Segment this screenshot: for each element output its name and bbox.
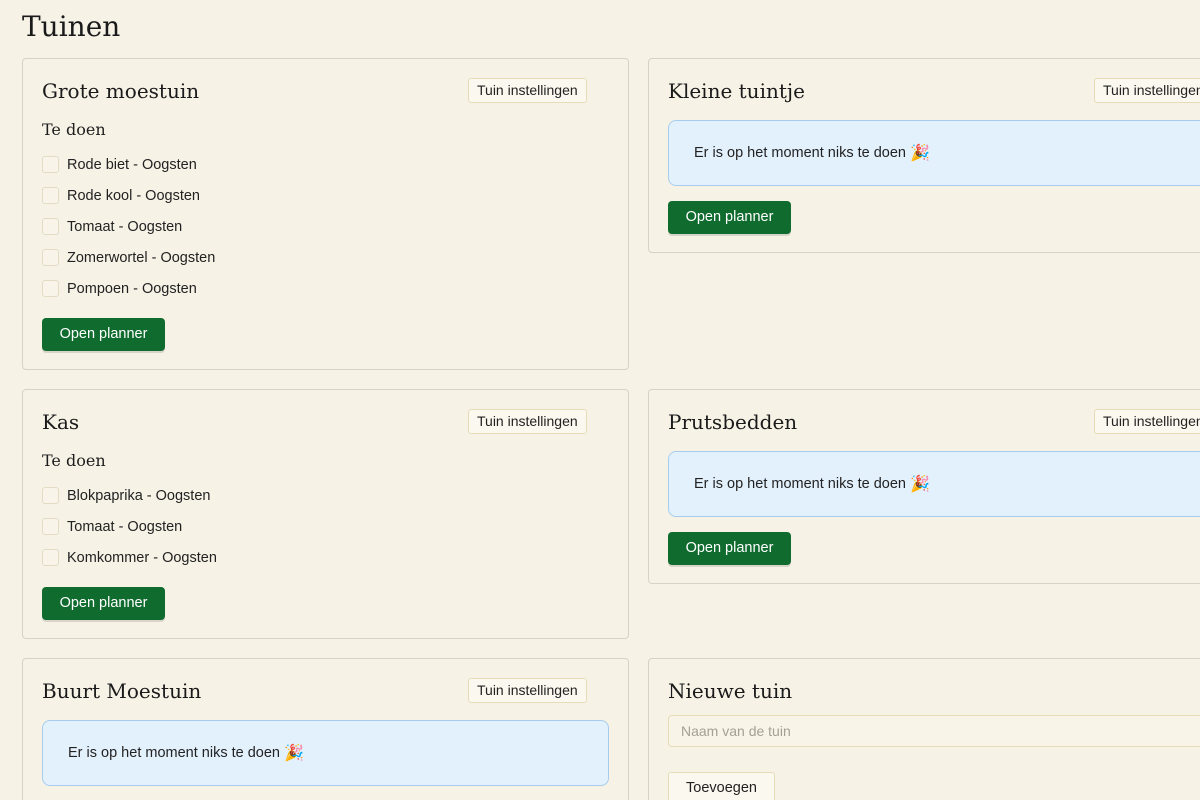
empty-todo-text: Er is op het moment niks te doen (694, 476, 906, 492)
todo-label: Blokpaprika - Oogsten (67, 487, 211, 504)
garden-card-kleine-tuintje: Kleine tuintje Tuin instellingen Er is o… (648, 58, 1200, 253)
garden-card-kas: Kas Tuin instellingen Te doen Blokpaprik… (22, 389, 629, 639)
add-garden-button[interactable]: Toevoegen (668, 772, 775, 800)
party-popper-icon: 🎉 (283, 745, 304, 762)
empty-todo-notice: Er is op het moment niks te doen 🎉 (668, 120, 1200, 186)
garden-title: Grote moestuin (42, 79, 200, 103)
todo-item: Rode biet - Oogsten (42, 149, 215, 180)
garden-card-buurt-moestuin: Buurt Moestuin Tuin instellingen Er is o… (22, 658, 629, 800)
todo-label: Tomaat - Oogsten (67, 518, 183, 535)
garden-name-input[interactable] (668, 715, 1200, 747)
todo-heading: Te doen (42, 451, 106, 470)
open-planner-button[interactable]: Open planner (42, 587, 165, 620)
todo-checkbox[interactable] (42, 549, 59, 566)
garden-settings-button[interactable]: Tuin instellingen (468, 409, 587, 434)
todo-label: Komkommer - Oogsten (67, 549, 217, 566)
todo-checkbox[interactable] (42, 487, 59, 504)
todo-checkbox[interactable] (42, 187, 59, 204)
todo-item: Pompoen - Oogsten (42, 273, 215, 304)
todo-item: Rode kool - Oogsten (42, 180, 215, 211)
todo-label: Zomerwortel - Oogsten (67, 249, 216, 266)
garden-settings-button[interactable]: Tuin instellingen (468, 678, 587, 703)
todo-item: Zomerwortel - Oogsten (42, 242, 215, 273)
todo-heading: Te doen (42, 120, 106, 139)
todo-item: Blokpaprika - Oogsten (42, 480, 217, 511)
todo-checkbox[interactable] (42, 249, 59, 266)
todo-checkbox[interactable] (42, 518, 59, 535)
empty-todo-text: Er is op het moment niks te doen (68, 745, 280, 761)
todo-item: Tomaat - Oogsten (42, 211, 215, 242)
party-popper-icon: 🎉 (909, 476, 930, 493)
todo-label: Tomaat - Oogsten (67, 218, 183, 235)
garden-settings-button[interactable]: Tuin instellingen (1094, 409, 1200, 434)
todo-list: Blokpaprika - Oogsten Tomaat - Oogsten K… (42, 480, 217, 573)
todo-checkbox[interactable] (42, 218, 59, 235)
todo-label: Pompoen - Oogsten (67, 280, 197, 297)
new-garden-card: Nieuwe tuin Toevoegen (648, 658, 1200, 800)
todo-label: Rode biet - Oogsten (67, 156, 197, 173)
empty-todo-notice: Er is op het moment niks te doen 🎉 (42, 720, 609, 786)
todo-label: Rode kool - Oogsten (67, 187, 200, 204)
open-planner-button[interactable]: Open planner (42, 318, 165, 351)
todo-item: Tomaat - Oogsten (42, 511, 217, 542)
party-popper-icon: 🎉 (909, 145, 930, 162)
todo-list: Rode biet - Oogsten Rode kool - Oogsten … (42, 149, 215, 304)
garden-card-prutsbedden: Prutsbedden Tuin instellingen Er is op h… (648, 389, 1200, 584)
todo-checkbox[interactable] (42, 280, 59, 297)
open-planner-button[interactable]: Open planner (668, 532, 791, 565)
todo-item: Komkommer - Oogsten (42, 542, 217, 573)
open-planner-button[interactable]: Open planner (668, 201, 791, 234)
empty-todo-text: Er is op het moment niks te doen (694, 145, 906, 161)
todo-checkbox[interactable] (42, 156, 59, 173)
new-garden-title: Nieuwe tuin (668, 679, 793, 703)
garden-settings-button[interactable]: Tuin instellingen (1094, 78, 1200, 103)
garden-title: Kleine tuintje (668, 79, 805, 103)
garden-title: Kas (42, 410, 80, 434)
garden-settings-button[interactable]: Tuin instellingen (468, 78, 587, 103)
garden-title: Buurt Moestuin (42, 679, 202, 703)
garden-card-grote-moestuin: Grote moestuin Tuin instellingen Te doen… (22, 58, 629, 370)
empty-todo-notice: Er is op het moment niks te doen 🎉 (668, 451, 1200, 517)
page-title: Tuinen (22, 10, 121, 43)
garden-title: Prutsbedden (668, 410, 798, 434)
